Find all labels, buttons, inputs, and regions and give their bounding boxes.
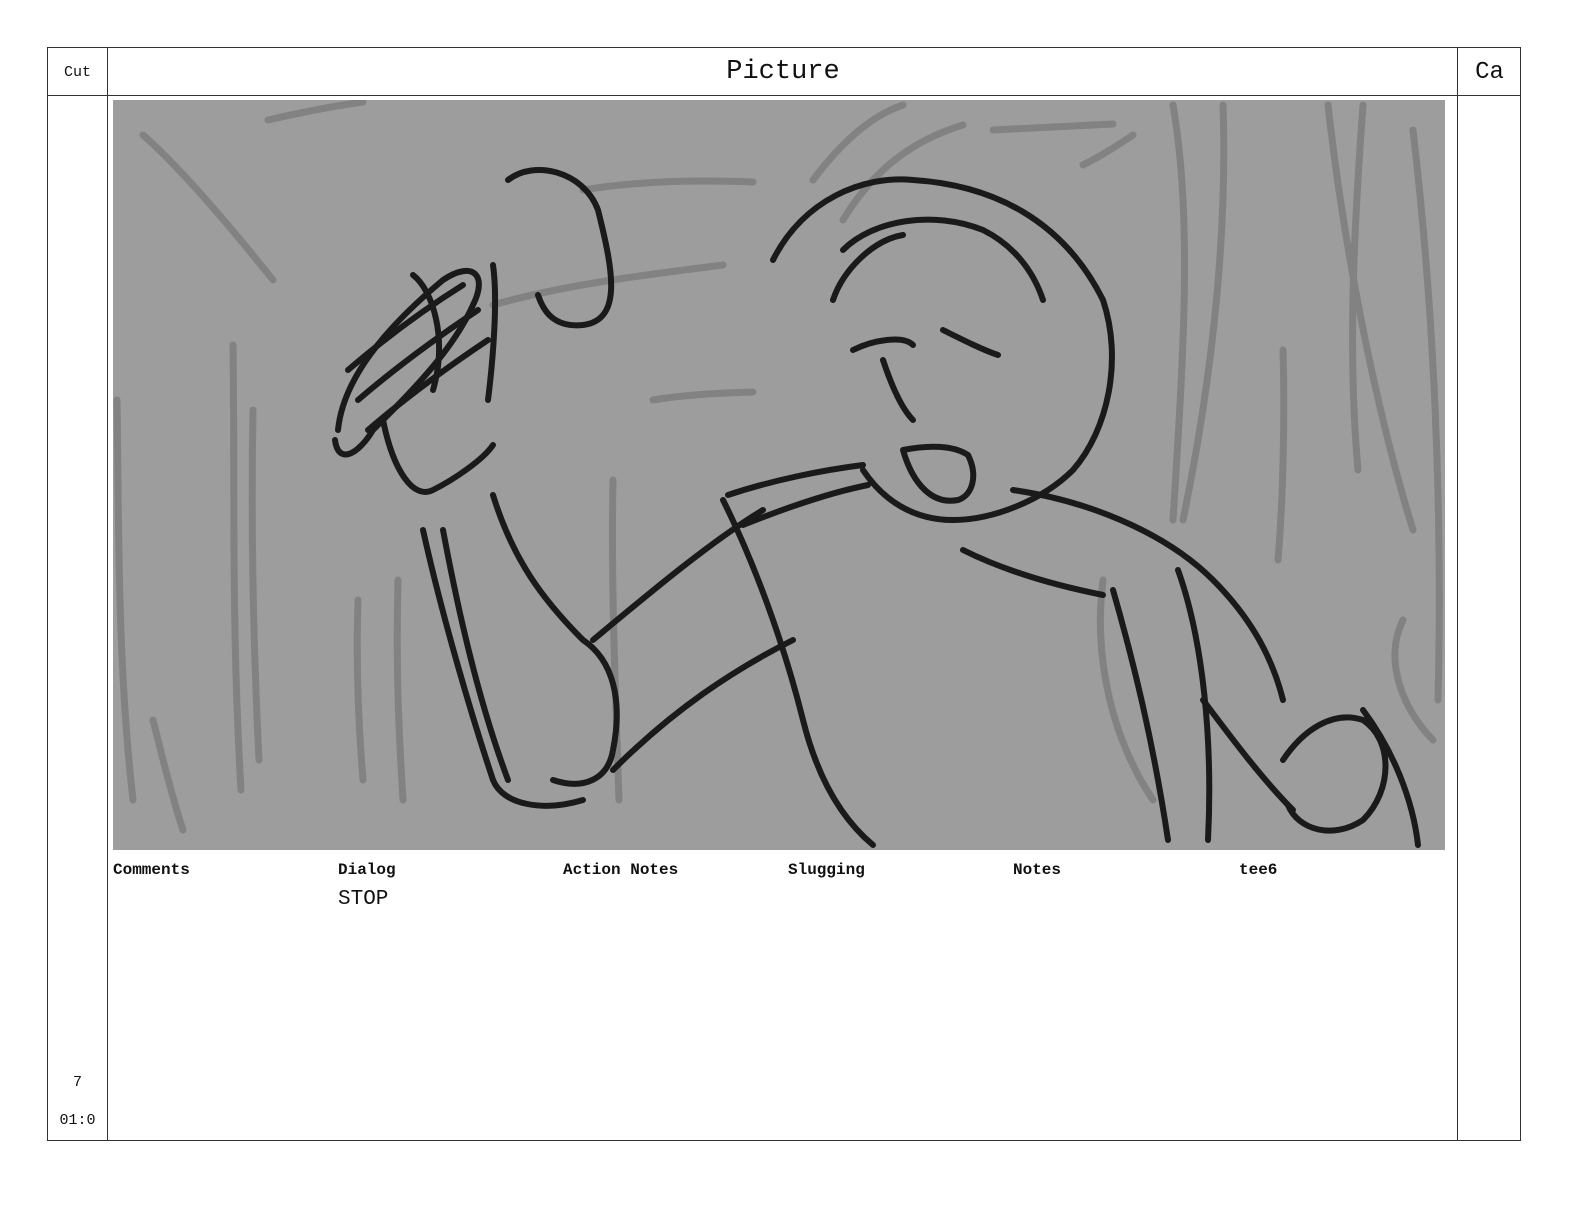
dialog-label: Dialog: [338, 861, 396, 879]
hair-strands: [840, 216, 1046, 303]
cut-column-header: Cut: [63, 63, 91, 81]
foreground-sketch-lines: [332, 167, 1421, 848]
slugging-label: Slugging: [788, 861, 865, 879]
comments-label: Comments: [113, 861, 190, 879]
cut-duration: 01:0: [59, 1112, 96, 1129]
dialog-value: STOP: [338, 888, 389, 911]
storyboard-panel-image: [113, 100, 1445, 850]
tee6-label: tee6: [1239, 861, 1278, 879]
lowered-fist: [1280, 714, 1389, 834]
storyboard-sheet: Cut Picture Ca 7 01:0 Comments Dialog ST…: [47, 47, 1521, 1141]
camera-column-header: Ca: [1475, 58, 1504, 86]
camera-column-divider: [1457, 48, 1458, 1140]
cut-number: 7: [72, 1074, 82, 1091]
action-notes-label: Action Notes: [563, 861, 679, 879]
notes-label: Notes: [1013, 861, 1062, 879]
panel-sketch: [113, 100, 1443, 848]
picture-column-header: Picture: [726, 57, 840, 87]
open-mouth: [900, 443, 977, 504]
body-outline: [1010, 487, 1286, 703]
bottle-outline: [505, 167, 615, 329]
background-sketch-strokes: [113, 100, 1443, 834]
cut-column-divider: [107, 48, 108, 1140]
